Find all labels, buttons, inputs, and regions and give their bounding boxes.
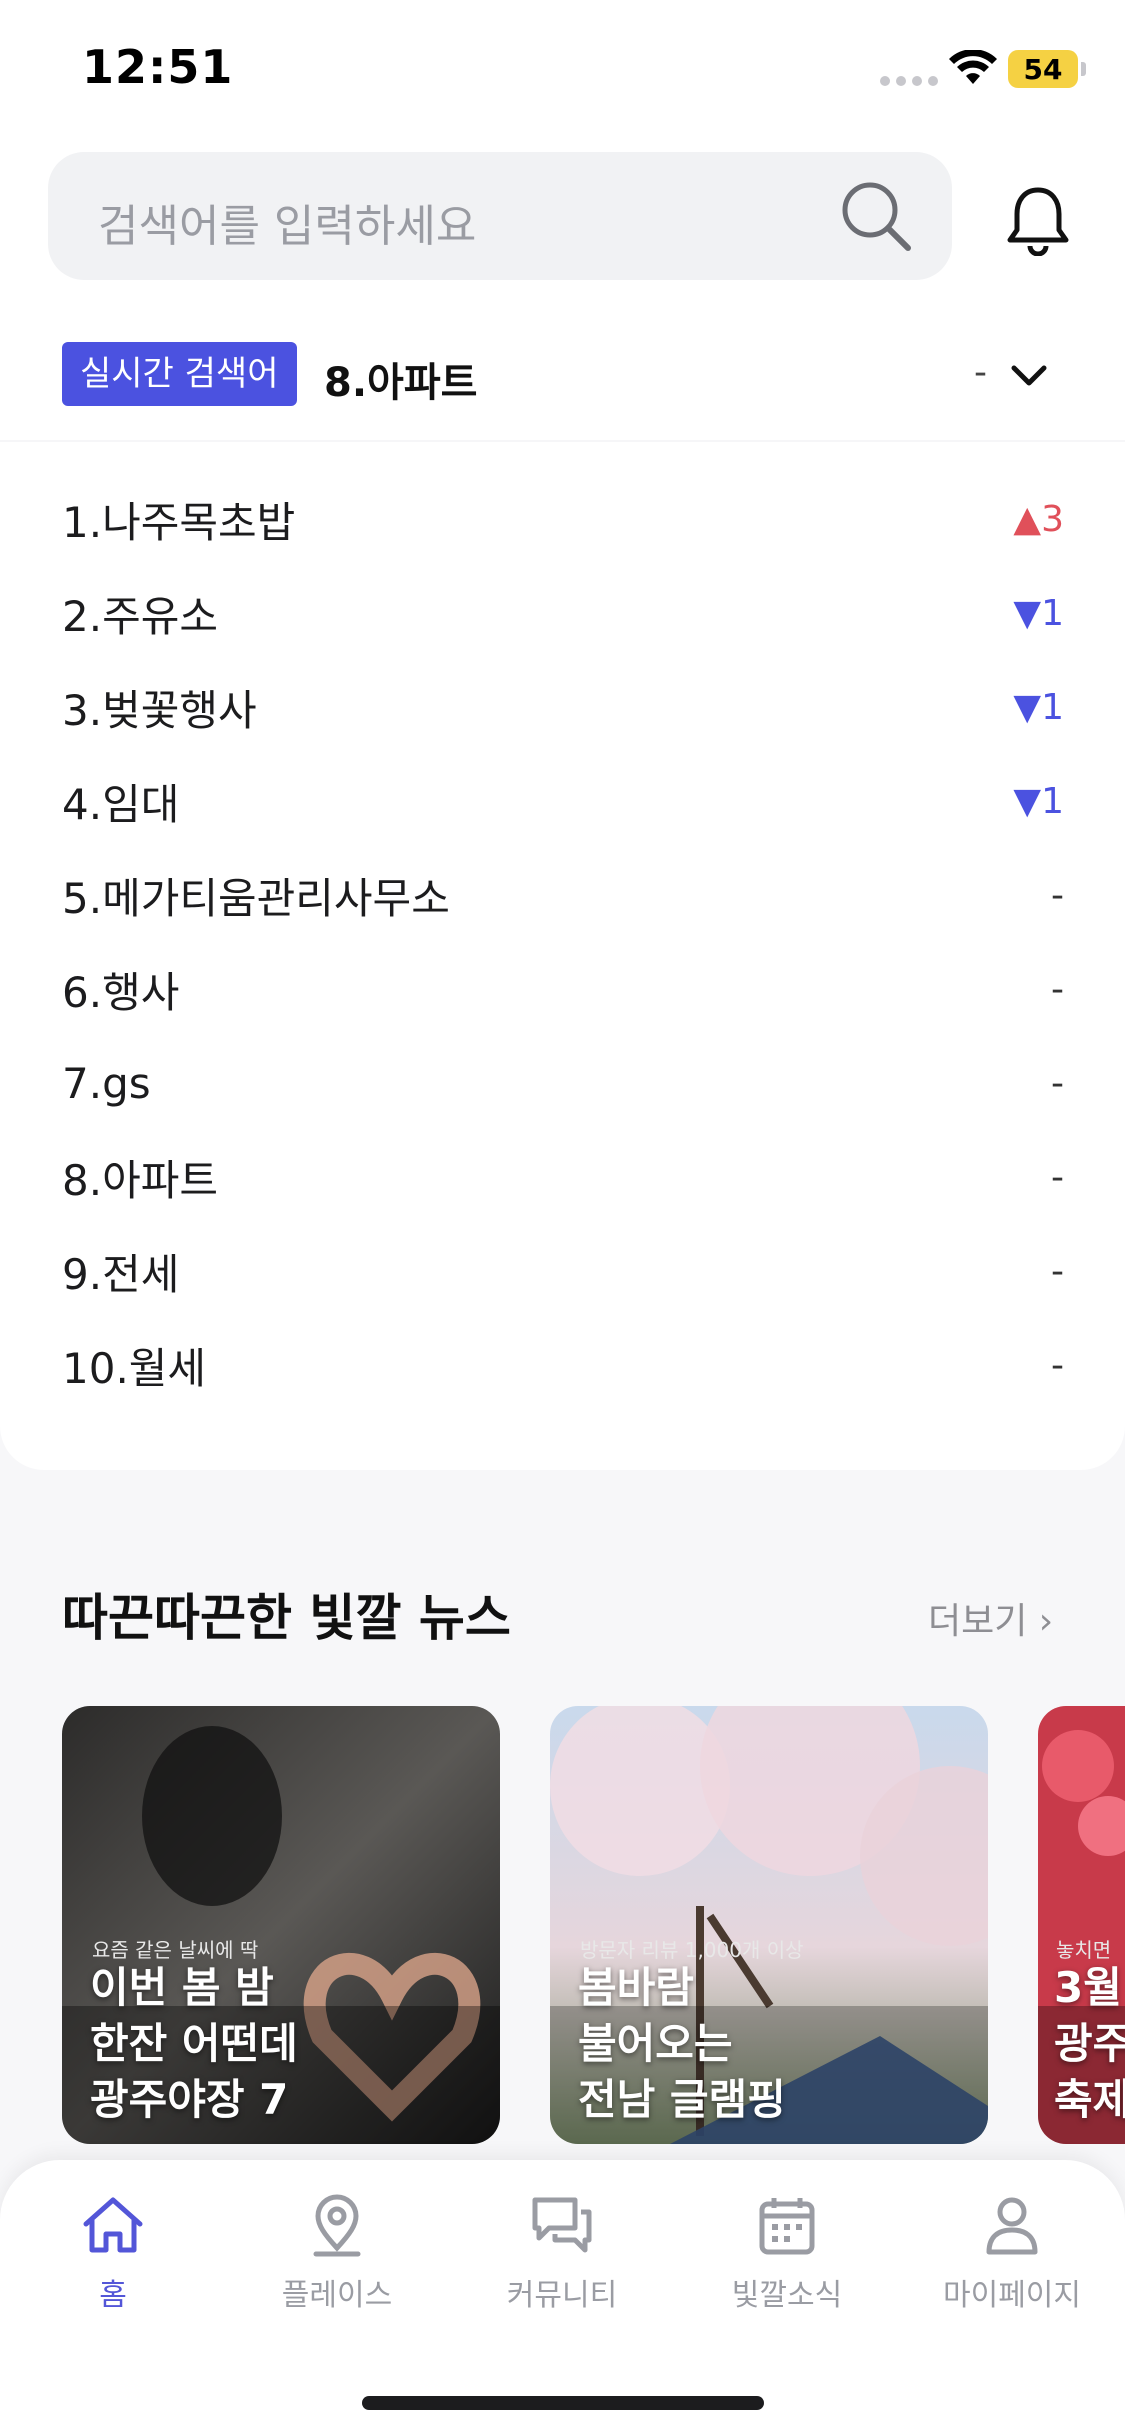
rank-keyword: 1.나주목초밥 bbox=[62, 497, 296, 547]
tab-chat-bubbles[interactable]: 커뮤니티 bbox=[462, 2190, 662, 2330]
trending-rank-item[interactable]: 2.주유소 ▼1 bbox=[62, 566, 1064, 660]
rank-change: - bbox=[1051, 1344, 1064, 1386]
trending-badge: 실시간 검색어 bbox=[62, 342, 297, 406]
rank-change: ▼1 bbox=[1013, 686, 1064, 728]
news-card-subtitle: 방문자 리뷰 1,000개 이상 bbox=[580, 1938, 804, 1962]
rank-keyword: 8.아파트 bbox=[62, 1155, 218, 1205]
trending-rank-item[interactable]: 1.나주목초밥 ▲3 bbox=[62, 472, 1064, 566]
tab-label: 플레이스 bbox=[281, 2278, 393, 2313]
home-icon bbox=[83, 2197, 143, 2253]
rank-change: - bbox=[1051, 968, 1064, 1010]
battery-level: 54 bbox=[1023, 52, 1063, 86]
rank-keyword: 7.gs bbox=[62, 1058, 151, 1108]
news-section-title: 따끈따끈한 빛깔 뉴스 bbox=[62, 1589, 511, 1647]
news-card-subtitle: 놓치면 bbox=[1056, 1938, 1112, 1962]
chat-bubbles-icon bbox=[532, 2197, 592, 2253]
cellular-signal-icon bbox=[880, 76, 938, 86]
rank-change: - bbox=[1051, 1250, 1064, 1292]
tab-label: 커뮤니티 bbox=[506, 2278, 618, 2313]
rank-change: - bbox=[1051, 1156, 1064, 1198]
news-card[interactable]: 방문자 리뷰 1,000개 이상 봄바람 불어오는 전남 글램핑 bbox=[550, 1706, 988, 2144]
tab-user[interactable]: 마이페이지 bbox=[912, 2190, 1112, 2330]
trending-rank-item[interactable]: 10.월세 - bbox=[62, 1318, 1064, 1412]
tab-label: 마이페이지 bbox=[943, 2278, 1081, 2313]
wifi-icon bbox=[949, 50, 997, 84]
news-card-subtitle: 요즘 같은 날씨에 딱 bbox=[92, 1938, 259, 1962]
user-icon bbox=[986, 2197, 1038, 2255]
search-input[interactable]: 검색어를 입력하세요 bbox=[48, 152, 952, 280]
top-section: 검색어를 입력하세요 실시간 검색어 8.아파트 - 1.나주목초밥 ▲3 2.주유… bbox=[0, 140, 1125, 1470]
news-card-carousel[interactable]: 요즘 같은 날씨에 딱 이번 봄 밤 한잔 어떤데 광주야장 7 방문자 리뷰 … bbox=[62, 1706, 1125, 2146]
rank-keyword: 3.벚꽃행사 bbox=[62, 685, 257, 735]
location-pin-icon bbox=[313, 2194, 361, 2257]
trending-rank-item[interactable]: 7.gs - bbox=[62, 1036, 1064, 1130]
rank-change: ▼1 bbox=[1013, 780, 1064, 822]
tab-home[interactable]: 홈 bbox=[13, 2190, 213, 2330]
news-card-title: 3월 광주 축제 bbox=[1054, 1963, 1125, 2124]
trending-rank-item[interactable]: 8.아파트 - bbox=[62, 1130, 1064, 1224]
rank-keyword: 5.메가티움관리사무소 bbox=[62, 873, 450, 923]
rank-keyword: 6.행사 bbox=[62, 967, 180, 1017]
divider bbox=[0, 440, 1125, 442]
battery-indicator: 54 bbox=[1008, 50, 1086, 88]
rank-change: ▲3 bbox=[1013, 498, 1064, 540]
search-icon[interactable] bbox=[838, 178, 914, 254]
rank-keyword: 2.주유소 bbox=[62, 591, 218, 641]
tab-label: 홈 bbox=[99, 2278, 127, 2313]
home-indicator bbox=[362, 2396, 764, 2410]
news-card-title: 이번 봄 밤 한잔 어떤데 광주야장 7 bbox=[90, 1963, 298, 2124]
bottom-tab-bar: 홈 플레이스 커뮤니티 빛깔소식 마이페이지 bbox=[0, 2160, 1125, 2436]
trending-rank-item[interactable]: 6.행사 - bbox=[62, 942, 1064, 1036]
trending-rank-item[interactable]: 3.벚꽃행사 ▼1 bbox=[62, 660, 1064, 754]
status-bar: 12:51 54 bbox=[0, 0, 1125, 140]
news-card[interactable]: 놓치면 3월 광주 축제 bbox=[1038, 1706, 1125, 2144]
tab-label: 빛깔소식 bbox=[731, 2278, 843, 2313]
bell-icon[interactable] bbox=[1004, 184, 1072, 256]
tab-calendar[interactable]: 빛깔소식 bbox=[687, 2190, 887, 2330]
rank-change: - bbox=[1051, 874, 1064, 916]
chevron-down-icon[interactable] bbox=[1006, 356, 1052, 396]
current-trending-change: - bbox=[974, 352, 987, 393]
news-more-link[interactable]: 더보기 › bbox=[928, 1592, 1053, 1644]
current-trending-keyword: 8.아파트 bbox=[324, 360, 478, 406]
tab-location-pin[interactable]: 플레이스 bbox=[237, 2190, 437, 2330]
trending-rank-item[interactable]: 5.메가티움관리사무소 - bbox=[62, 848, 1064, 942]
rank-keyword: 9.전세 bbox=[62, 1249, 180, 1299]
rank-change: - bbox=[1051, 1062, 1064, 1104]
trending-header[interactable]: 실시간 검색어 8.아파트 - bbox=[62, 342, 1062, 408]
trending-rank-item[interactable]: 4.임대 ▼1 bbox=[62, 754, 1064, 848]
trending-rank-item[interactable]: 9.전세 - bbox=[62, 1224, 1064, 1318]
calendar-icon bbox=[759, 2198, 815, 2255]
rank-change: ▼1 bbox=[1013, 592, 1064, 634]
news-card-title: 봄바람 불어오는 전남 글램핑 bbox=[578, 1963, 786, 2124]
search-placeholder: 검색어를 입력하세요 bbox=[98, 201, 477, 252]
rank-keyword: 4.임대 bbox=[62, 779, 180, 829]
trending-rank-list: 1.나주목초밥 ▲3 2.주유소 ▼1 3.벚꽃행사 ▼1 4.임대 ▼1 5.메가티움관리사무… bbox=[62, 472, 1064, 1412]
rank-keyword: 10.월세 bbox=[62, 1343, 207, 1393]
news-card[interactable]: 요즘 같은 날씨에 딱 이번 봄 밤 한잔 어떤데 광주야장 7 bbox=[62, 1706, 500, 2144]
status-time: 12:51 bbox=[82, 40, 234, 94]
